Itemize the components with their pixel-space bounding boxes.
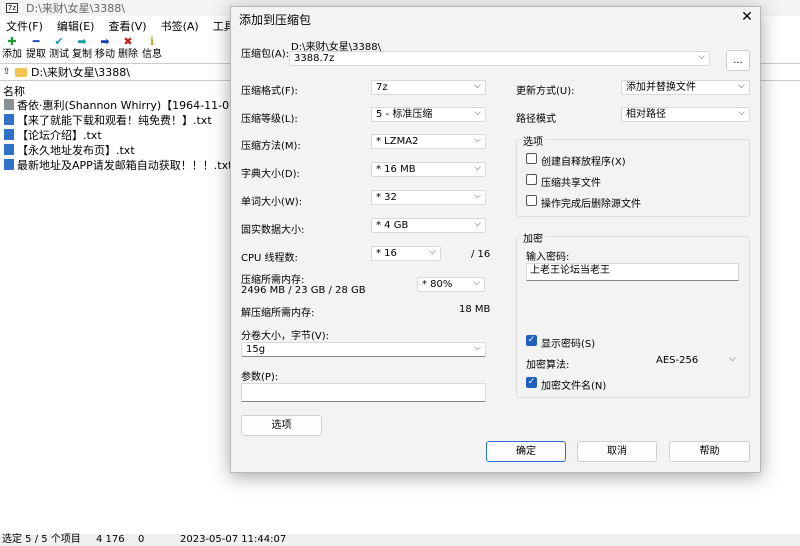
sfx-label: 创建自释放程序(X)	[541, 157, 626, 168]
status-modified: 2023-05-07 11:44:07	[180, 534, 287, 545]
word-combo[interactable]: * 32	[371, 190, 486, 205]
main-window-title: D:\来财\女星\3388\	[26, 2, 125, 15]
show-password-checkbox[interactable]: ✓	[526, 335, 537, 346]
method-combo[interactable]: * LZMA2	[371, 134, 486, 149]
extract-button[interactable]: ━ 提取	[25, 36, 47, 62]
mem-decomp-label: 解压缩所需内存:	[241, 308, 315, 319]
split-size-combo[interactable]: 15g	[241, 342, 486, 357]
text-file-icon	[4, 114, 14, 125]
mem-comp-value: 2496 MB / 23 GB / 28 GB	[241, 285, 366, 296]
password-input[interactable]: 上老王论坛当老王	[526, 263, 739, 281]
list-item[interactable]: 【论坛介绍】.txt	[0, 127, 240, 142]
solid-combo[interactable]: * 4 GB	[371, 218, 486, 233]
split-label: 分卷大小，字节(V):	[241, 331, 330, 342]
folder-icon	[4, 99, 14, 110]
cancel-button[interactable]: 取消	[577, 441, 657, 462]
ok-button[interactable]: 确定	[486, 441, 566, 462]
menu-view[interactable]: 查看(V)	[108, 18, 146, 34]
menu-edit[interactable]: 编辑(E)	[57, 18, 95, 34]
folder-icon	[15, 67, 27, 77]
status-bar: 选定 5 / 5 个项目 4 176 0 2023-05-07 11:44:07	[0, 534, 800, 546]
text-file-icon	[4, 159, 14, 170]
plus-icon: ✚	[7, 35, 17, 48]
copy-button[interactable]: ➡ 复制	[71, 36, 93, 62]
status-size: 4 176	[96, 534, 125, 545]
move-button[interactable]: ➡ 移动	[94, 36, 116, 62]
file-list: 香依·惠利(Shannon Whirry)【1964-11-07... 【来了就…	[0, 97, 240, 172]
path-mode-label: 路径模式	[516, 114, 556, 125]
dialog-title: 添加到压缩包	[239, 13, 312, 27]
delete-after-label: 操作完成后删除源文件	[541, 199, 641, 210]
text-file-icon	[4, 144, 14, 155]
info-icon: ℹ	[149, 35, 155, 48]
list-item[interactable]: 【来了就能下载和观看！纯免费！】.txt	[0, 112, 240, 127]
browse-button[interactable]: ...	[726, 50, 750, 71]
show-password-label: 显示密码(S)	[541, 339, 596, 350]
up-folder-icon[interactable]: ⇧	[3, 67, 13, 77]
menu-file[interactable]: 文件(F)	[6, 18, 43, 34]
shared-files-label: 压缩共享文件	[541, 178, 601, 189]
delete-button[interactable]: ✖ 删除	[117, 36, 139, 62]
text-file-icon	[4, 129, 14, 140]
level-combo[interactable]: 5 - 标准压缩	[371, 107, 486, 122]
sfx-checkbox[interactable]	[526, 153, 537, 164]
mem-comp-percent-combo[interactable]: * 80%	[417, 277, 485, 292]
level-label: 压缩等级(L):	[241, 114, 298, 125]
dict-combo[interactable]: * 16 MB	[371, 162, 486, 177]
cpu-label: CPU 线程数:	[241, 253, 298, 264]
move-arrow-icon: ➡	[100, 35, 110, 48]
list-item[interactable]: 香依·惠利(Shannon Whirry)【1964-11-07...	[0, 97, 240, 112]
params-input[interactable]	[241, 383, 486, 402]
delete-after-checkbox[interactable]	[526, 195, 537, 206]
encrypt-names-checkbox[interactable]: ✓	[526, 377, 537, 388]
menu-bookmarks[interactable]: 书签(A)	[161, 18, 199, 34]
path-mode-combo[interactable]: 相对路径	[621, 107, 750, 122]
minus-icon: ━	[32, 35, 40, 48]
shared-files-checkbox[interactable]	[526, 174, 537, 185]
format-combo[interactable]: 7z	[371, 80, 486, 95]
list-item[interactable]: 【永久地址发布页】.txt	[0, 142, 240, 157]
options-button[interactable]: 选项	[241, 415, 322, 436]
update-label: 更新方式(U):	[516, 86, 575, 97]
add-to-archive-dialog: 添加到压缩包 ✕ 压缩包(A): D:\来财\女星\3388\ 3388.7z …	[230, 6, 761, 473]
list-item[interactable]: 最新地址及APP请发邮箱自动获取！！！.txt	[0, 157, 240, 172]
password-label: 输入密码:	[526, 252, 570, 263]
mem-decomp-value: 18 MB	[459, 304, 491, 315]
address-path: D:\来财\女星\3388\	[31, 66, 130, 79]
update-mode-combo[interactable]: 添加并替换文件	[621, 80, 750, 95]
cpu-total: / 16	[471, 249, 491, 260]
close-icon[interactable]: ✕	[738, 9, 756, 25]
solid-label: 固实数据大小:	[241, 225, 305, 236]
help-button[interactable]: 帮助	[669, 441, 750, 462]
status-packed: 0	[138, 534, 145, 545]
archive-name-combo[interactable]: 3388.7z	[289, 51, 710, 66]
copy-arrow-icon: ➡	[77, 35, 87, 48]
enc-method-combo[interactable]: AES-256	[651, 353, 741, 368]
enc-method-label: 加密算法:	[526, 360, 570, 371]
dict-label: 字典大小(D):	[241, 169, 300, 180]
encryption-group-title: 加密	[521, 230, 545, 245]
7zip-app-icon: 7z	[6, 3, 18, 13]
params-label: 参数(P):	[241, 372, 279, 383]
mem-comp-label: 压缩所需内存:	[241, 275, 305, 286]
delete-x-icon: ✖	[123, 35, 133, 48]
method-label: 压缩方法(M):	[241, 141, 301, 152]
info-button[interactable]: ℹ 信息	[141, 36, 163, 62]
archive-label: 压缩包(A):	[241, 49, 290, 60]
add-button[interactable]: ✚ 添加	[2, 36, 22, 62]
cpu-combo[interactable]: * 16	[371, 246, 441, 261]
encrypt-names-label: 加密文件名(N)	[541, 381, 607, 392]
check-icon: ✔	[54, 35, 64, 48]
options-group-title: 选项	[521, 133, 545, 148]
test-button[interactable]: ✔ 测试	[48, 36, 70, 62]
word-label: 单词大小(W):	[241, 197, 303, 208]
format-label: 压缩格式(F):	[241, 86, 298, 97]
status-selected: 选定 5 / 5 个项目	[2, 534, 81, 545]
